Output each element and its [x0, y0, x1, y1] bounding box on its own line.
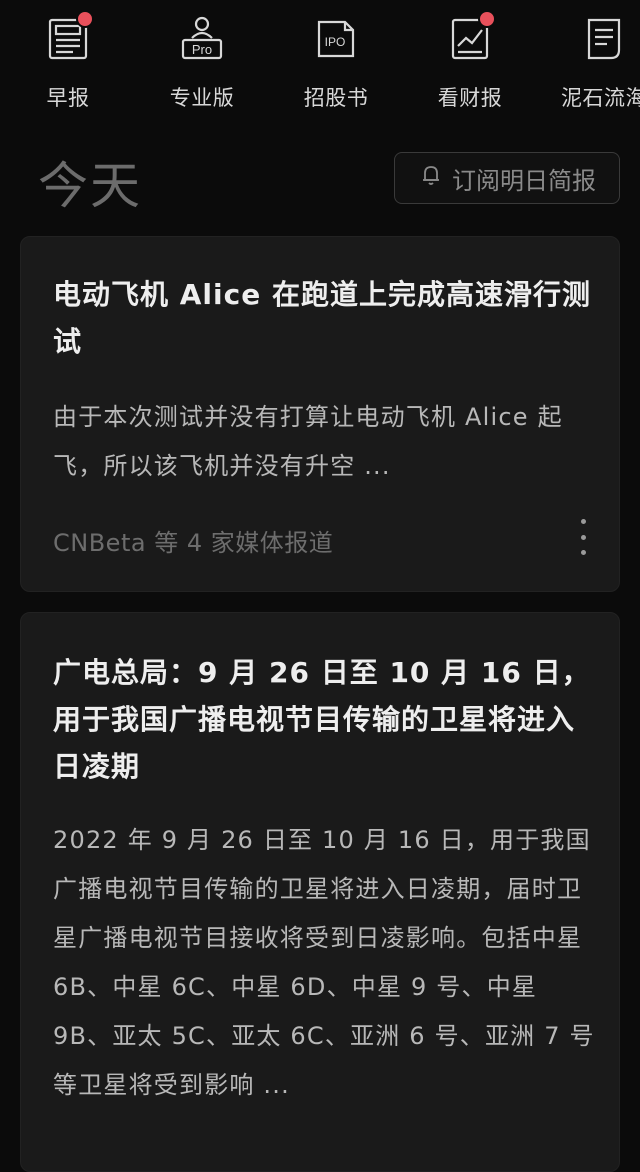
nav-item-mudslide[interactable]: 泥石流海	[544, 12, 640, 112]
nav-item-financial-report[interactable]: 看财报	[410, 10, 530, 112]
top-nav: 早报 Pro 专业版 IPO 招股书 看财报 泥石流海	[0, 0, 640, 120]
document-list-icon	[580, 12, 628, 64]
nav-label: 看财报	[437, 86, 503, 110]
notification-badge	[478, 10, 496, 28]
nav-item-pro[interactable]: Pro 专业版	[142, 12, 262, 112]
newspaper-icon	[44, 10, 94, 64]
pro-badge-text: Pro	[192, 42, 212, 57]
ipo-badge-text: IPO	[325, 35, 346, 49]
ipo-doc-icon: IPO	[312, 12, 360, 64]
bell-icon	[418, 162, 444, 194]
subscribe-tomorrow-briefing-button[interactable]: 订阅明日简报	[394, 152, 620, 204]
nav-label: 招股书	[303, 86, 369, 110]
news-card[interactable]: 广电总局：9 月 26 日至 10 月 16 日，用于我国广播电视节目传输的卫星…	[20, 612, 620, 1172]
notification-badge	[76, 10, 94, 28]
nav-label: 早报	[46, 86, 90, 110]
report-chart-icon	[446, 10, 496, 64]
news-summary: 由于本次测试并没有打算让电动飞机 Alice 起飞，所以该飞机并没有升空 ...	[53, 403, 563, 480]
nav-label: 泥石流海	[561, 86, 640, 110]
news-title[interactable]: 电动飞机 Alice 在跑道上完成高速滑行测试	[53, 271, 593, 365]
nav-item-morning-report[interactable]: 早报	[8, 10, 128, 112]
news-summary: 2022 年 9 月 26 日至 10 月 16 日，用于我国广播电视节目传输的…	[53, 826, 595, 1099]
nav-label: 专业版	[169, 86, 235, 110]
news-card[interactable]: 电动飞机 Alice 在跑道上完成高速滑行测试 由于本次测试并没有打算让电动飞机…	[20, 236, 620, 592]
page-title: 今天	[38, 157, 142, 215]
more-options-icon[interactable]	[573, 519, 593, 555]
pro-user-icon: Pro	[178, 12, 226, 64]
news-title[interactable]: 广电总局：9 月 26 日至 10 月 16 日，用于我国广播电视节目传输的卫星…	[53, 649, 593, 790]
news-source[interactable]: CNBeta 等 4 家媒体报道	[53, 523, 333, 558]
subscribe-label: 订阅明日简报	[452, 166, 596, 195]
nav-item-prospectus[interactable]: IPO 招股书	[276, 12, 396, 112]
